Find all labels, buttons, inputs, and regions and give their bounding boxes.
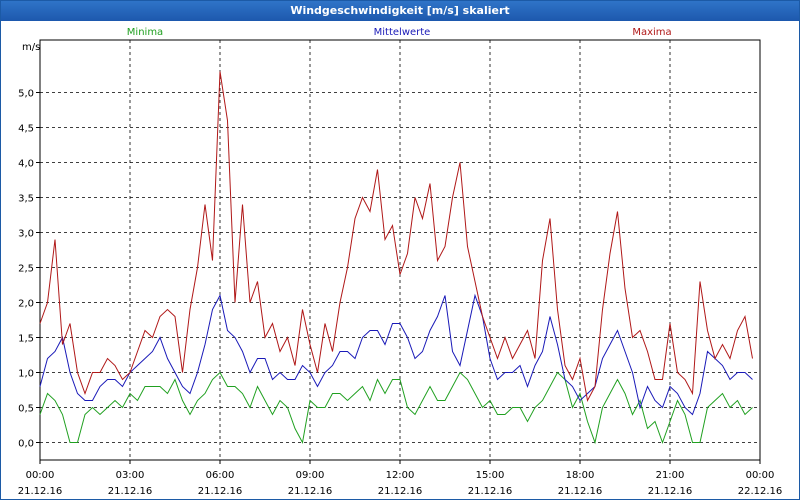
x-tick-time-label: 06:00 bbox=[206, 470, 235, 481]
y-tick-label: 5,0 bbox=[18, 89, 34, 100]
x-tick-time-label: 09:00 bbox=[296, 470, 325, 481]
y-tick-label: 0,5 bbox=[18, 404, 34, 415]
x-tick-date-label: 21.12.16 bbox=[18, 486, 63, 497]
y-tick-label: 1,0 bbox=[18, 369, 34, 380]
x-tick-time-label: 00:00 bbox=[26, 470, 55, 481]
legend-maxima: Maxima bbox=[632, 27, 671, 38]
x-tick-date-label: 22.12.16 bbox=[738, 486, 783, 497]
x-axis-ticks: 00:00 21.12.16 03:00 21.12.16 06:00 21.12.16 0… bbox=[18, 460, 783, 497]
x-tick-time-label: 15:00 bbox=[476, 470, 505, 481]
y-tick-label: 0,0 bbox=[18, 439, 34, 450]
y-tick-label: 2,0 bbox=[18, 299, 34, 310]
x-tick-date-label: 21.12.16 bbox=[198, 486, 243, 497]
x-tick-date-label: 21.12.16 bbox=[378, 486, 423, 497]
wind-speed-chart: 0,0 0,5 1,0 1,5 2,0 2,5 3,0 3,5 4,0 4,5 5,0 00:00 2… bbox=[18, 27, 783, 497]
x-tick-time-label: 21:00 bbox=[656, 470, 685, 481]
legend-mittelwerte: Mittelwerte bbox=[374, 27, 431, 38]
x-tick-time-label: 03:00 bbox=[116, 470, 145, 481]
x-tick-time-label: 00:00 bbox=[746, 470, 775, 481]
y-axis-ticks: 0,0 0,5 1,0 1,5 2,0 2,5 3,0 3,5 4,0 4,5 5,0 bbox=[18, 89, 40, 450]
y-tick-label: 2,5 bbox=[18, 264, 34, 275]
x-tick-time-label: 18:00 bbox=[566, 470, 595, 481]
y-axis-label: m/s bbox=[22, 42, 40, 53]
x-tick-time-label: 12:00 bbox=[386, 470, 415, 481]
y-tick-label: 4,5 bbox=[18, 124, 34, 135]
y-tick-label: 1,5 bbox=[18, 334, 34, 345]
y-tick-label: 3,5 bbox=[18, 194, 34, 205]
x-tick-date-label: 21.12.16 bbox=[468, 486, 513, 497]
x-tick-date-label: 21.12.16 bbox=[648, 486, 693, 497]
legend-minima: Minima bbox=[127, 27, 163, 38]
x-tick-date-label: 21.12.16 bbox=[558, 486, 603, 497]
y-tick-label: 3,0 bbox=[18, 229, 34, 240]
x-tick-date-label: 21.12.16 bbox=[288, 486, 333, 497]
y-tick-label: 4,0 bbox=[18, 159, 34, 170]
x-tick-date-label: 21.12.16 bbox=[108, 486, 153, 497]
